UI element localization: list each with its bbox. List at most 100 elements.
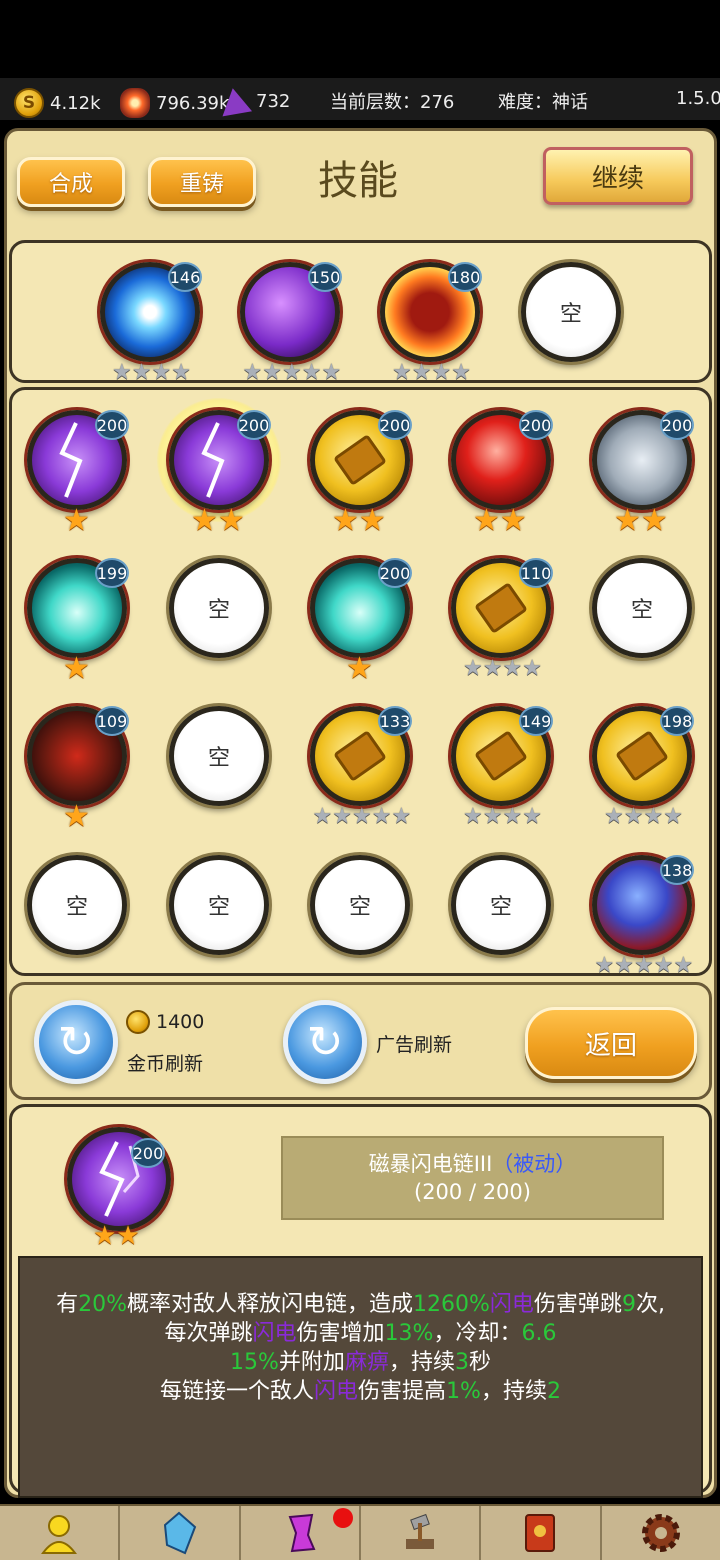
star-icon: ★ bbox=[351, 804, 372, 829]
empty-slot-label: 空 bbox=[630, 598, 653, 623]
hero-icon bbox=[41, 1515, 78, 1554]
star-icon: ★ bbox=[392, 360, 412, 385]
desc-line-3: 15%并附加麻痹，持续3秒 bbox=[20, 1348, 701, 1377]
tab-forge[interactable] bbox=[361, 1506, 482, 1560]
page-title: 技能 bbox=[318, 158, 398, 204]
forge-icon bbox=[406, 1513, 435, 1549]
desc-element: 闪电 bbox=[314, 1379, 359, 1404]
tab-hero[interactable] bbox=[0, 1506, 121, 1560]
star-icon: ★ bbox=[391, 804, 412, 829]
tab-settings[interactable] bbox=[602, 1506, 720, 1560]
ad-refresh-button[interactable]: ↻ bbox=[283, 1000, 367, 1084]
star-icon: ★ bbox=[463, 656, 483, 681]
skill-level-badge: 200 bbox=[237, 410, 271, 440]
skill-stars: ★ ★ ★ ★ ★ bbox=[313, 806, 412, 828]
gold-coin-icon bbox=[126, 1010, 150, 1034]
star-icon: ★ bbox=[116, 1221, 140, 1251]
star-icon: ★ bbox=[643, 804, 664, 829]
star-icon: ★ bbox=[332, 503, 359, 538]
desc-value: 1% bbox=[446, 1379, 481, 1404]
tab-crystal[interactable] bbox=[120, 1506, 241, 1560]
star-icon: ★ bbox=[63, 503, 90, 538]
ore-icon bbox=[120, 88, 150, 118]
star-icon: ★ bbox=[151, 360, 172, 385]
desc-text: ，持续 bbox=[388, 1350, 455, 1375]
empty-slot-label: 空 bbox=[489, 895, 512, 920]
star-icon: ★ bbox=[653, 953, 674, 978]
desc-text: 秒 bbox=[468, 1350, 491, 1375]
empty-skill-slot[interactable]: 空 bbox=[27, 855, 127, 955]
skill-level-badge: 109 bbox=[95, 706, 129, 736]
desc-line-4: 每链接一个敌人闪电伤害提高1%，持续2 bbox=[20, 1377, 701, 1406]
star-icon: ★ bbox=[499, 503, 527, 538]
empty-skill-slot[interactable]: 空 bbox=[169, 706, 269, 806]
tab-rune[interactable] bbox=[241, 1506, 361, 1560]
gem-counter: 732 bbox=[217, 85, 290, 117]
floor-label: 当前层数：276 bbox=[330, 92, 455, 113]
reforge-button[interactable]: 重铸 bbox=[148, 157, 256, 207]
star-icon: ★ bbox=[171, 360, 191, 385]
star-icon: ★ bbox=[594, 953, 615, 978]
skill-level-badge: 133 bbox=[378, 706, 412, 736]
bottom-nav bbox=[0, 1504, 720, 1560]
skill-stars: ★ bbox=[63, 506, 90, 536]
star-icon: ★ bbox=[217, 503, 245, 538]
gold-brick-icon bbox=[333, 730, 387, 782]
empty-skill-slot[interactable]: 空 bbox=[310, 855, 410, 955]
gold-refresh-button[interactable]: ↻ bbox=[34, 1000, 118, 1084]
refresh-icon: ↻ bbox=[57, 1016, 95, 1068]
star-icon: ★ bbox=[93, 1221, 117, 1251]
skill-stars: ★ ★ ★ ★ ★ bbox=[243, 362, 342, 384]
back-button[interactable]: 返回 bbox=[525, 1007, 697, 1079]
desc-value: 3 bbox=[454, 1350, 469, 1375]
skill-stars: ★ ★ bbox=[473, 506, 527, 536]
star-icon: ★ bbox=[112, 360, 132, 385]
skill-stars: ★ ★ ★ ★ bbox=[604, 806, 683, 828]
empty-skill-slot[interactable]: 空 bbox=[169, 558, 269, 658]
star-icon: ★ bbox=[522, 804, 542, 829]
skill-name: 磁暴闪电链III bbox=[368, 1152, 493, 1176]
skill-level-badge: 150 bbox=[308, 262, 342, 292]
star-icon: ★ bbox=[673, 953, 694, 978]
desc-text: ，持续 bbox=[480, 1379, 547, 1404]
empty-skill-slot[interactable]: 空 bbox=[521, 262, 621, 362]
star-icon: ★ bbox=[411, 360, 432, 385]
empty-slot-label: 空 bbox=[559, 302, 582, 327]
desc-text: 伤害提高 bbox=[358, 1379, 447, 1404]
selected-skill-level: 200 bbox=[131, 1138, 165, 1168]
empty-skill-slot[interactable]: 空 bbox=[451, 855, 551, 955]
desc-text: 并附加 bbox=[278, 1350, 345, 1375]
desc-text: 每链接一个敌人 bbox=[160, 1379, 315, 1404]
desc-value: 20% bbox=[78, 1292, 127, 1317]
desc-text: 概率对敌人释放闪电链，造成 bbox=[126, 1292, 413, 1317]
skill-type: （被动） bbox=[492, 1152, 577, 1176]
desc-value: 13% bbox=[384, 1321, 434, 1346]
skill-description: 有20%概率对敌人释放闪电链，造成1260%闪电伤害弹跳9次, 每次弹跳闪电伤害… bbox=[18, 1256, 703, 1498]
star-icon: ★ bbox=[63, 651, 90, 686]
refresh-icon: ↻ bbox=[306, 1016, 344, 1068]
skill-stars: ★ ★ ★ ★ bbox=[463, 658, 542, 680]
star-icon: ★ bbox=[312, 804, 333, 829]
empty-skill-slot[interactable]: 空 bbox=[592, 558, 692, 658]
skill-stars: ★ ★ bbox=[191, 506, 245, 536]
skill-stars: ★ ★ bbox=[332, 506, 386, 536]
star-icon: ★ bbox=[522, 656, 542, 681]
skill-level-badge: 199 bbox=[95, 558, 129, 588]
rune-icon bbox=[288, 1513, 316, 1553]
notification-dot bbox=[332, 1508, 353, 1528]
star-icon: ★ bbox=[321, 360, 342, 385]
star-icon: ★ bbox=[604, 804, 624, 829]
skill-stars: ★ ★ ★ ★ bbox=[392, 362, 471, 384]
craft-button[interactable]: 合成 bbox=[17, 157, 125, 207]
gold-coin-icon: S bbox=[14, 88, 44, 118]
skill-level-badge: 198 bbox=[660, 706, 694, 736]
star-icon: ★ bbox=[473, 503, 500, 538]
desc-text: 有 bbox=[56, 1292, 79, 1317]
continue-button[interactable]: 继续 bbox=[543, 147, 693, 205]
skill-level-badge: 146 bbox=[168, 262, 202, 292]
tab-book[interactable] bbox=[481, 1506, 602, 1560]
empty-skill-slot[interactable]: 空 bbox=[169, 855, 269, 955]
star-icon: ★ bbox=[63, 799, 90, 834]
desc-text: ，冷却： bbox=[433, 1321, 522, 1346]
star-icon: ★ bbox=[281, 360, 302, 385]
